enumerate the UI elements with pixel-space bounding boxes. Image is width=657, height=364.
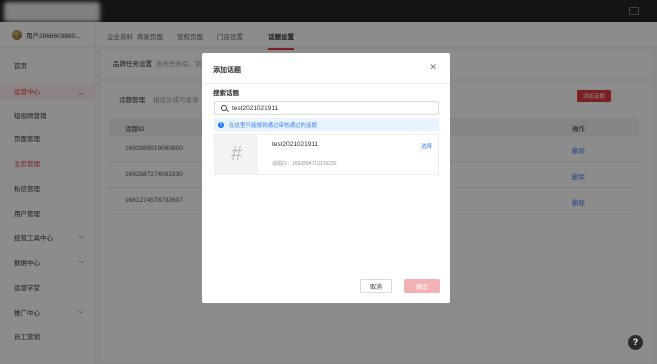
hashtag-icon: # [215, 135, 258, 174]
add-topic-dialog: 添加话题 ✕ 搜索话题 ! 在这里只能搜到通过审核通过的话题 # test202… [202, 53, 450, 303]
dialog-title: 添加话题 [213, 67, 241, 74]
confirm-button[interactable]: 确定 [404, 279, 440, 293]
topic-name: test2021021911 [272, 141, 319, 148]
topic-id-text: 话题ID：1692894713139239 [272, 161, 337, 167]
info-icon: ! [218, 121, 224, 128]
info-tip: ! 在这里只能搜到通过审核通过的话题 [214, 118, 439, 131]
close-icon[interactable]: ✕ [429, 63, 437, 72]
search-topic-label: 搜索话题 [213, 90, 239, 97]
topic-result-card[interactable]: # test2021021911 话题ID：1692894713139239 选… [214, 134, 439, 175]
search-input[interactable] [232, 104, 422, 112]
help-icon[interactable]: ? [628, 335, 643, 350]
cancel-button[interactable]: 取消 [360, 279, 392, 293]
search-box[interactable] [214, 101, 439, 115]
select-topic-link[interactable]: 选择 [421, 142, 432, 150]
info-tip-text: 在这里只能搜到通过审核通过的话题 [229, 122, 318, 129]
search-icon [221, 105, 227, 111]
dialog-divider [202, 83, 450, 84]
